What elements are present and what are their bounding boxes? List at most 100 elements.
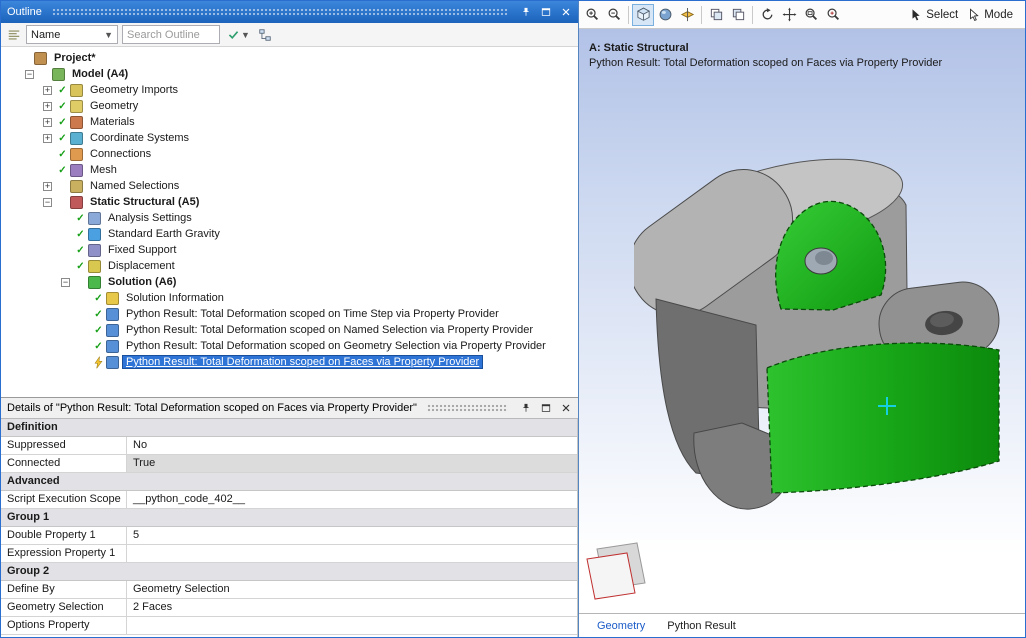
details-titlebar[interactable]: Details of "Python Result: Total Deforma… (1, 397, 578, 419)
expand-icon[interactable]: + (43, 86, 52, 95)
expand-icon[interactable]: + (43, 102, 52, 111)
chevron-down-icon: ▼ (241, 30, 250, 40)
solution-information-icon (106, 292, 119, 305)
tree-item[interactable]: ✓Standard Earth Gravity (1, 226, 578, 242)
outline-titlebar[interactable]: Outline (1, 1, 578, 23)
python-result-icon (106, 308, 119, 321)
tree-item-label: Solution Information (123, 292, 227, 304)
pin-icon[interactable] (518, 5, 534, 20)
details-row-label: Expression Property 1 (1, 545, 127, 563)
tree-item[interactable]: ✓Python Result: Total Deformation scoped… (1, 322, 578, 338)
ansys-mechanical-window: Outline Name ▼ (0, 0, 1026, 638)
tree-item[interactable]: ✓Analysis Settings (1, 210, 578, 226)
tree-item[interactable]: +Named Selections (1, 178, 578, 194)
rotate-icon[interactable] (756, 4, 778, 26)
expand-icon[interactable]: + (43, 134, 52, 143)
pan-icon[interactable] (778, 4, 800, 26)
section-plane-preview (583, 541, 653, 607)
tree-item-label: Python Result: Total Deformation scoped … (123, 340, 549, 352)
result-label: Python Result: Total Deformation scoped … (589, 56, 942, 71)
tree-item-label: Solution (A6) (105, 276, 179, 288)
search-input[interactable] (122, 25, 220, 44)
select-label[interactable]: Select (926, 9, 958, 21)
maximize-icon[interactable] (538, 401, 554, 416)
tree-item[interactable]: ✓Connections (1, 146, 578, 162)
image-capture-icon[interactable] (705, 4, 727, 26)
model-3d-geometry[interactable] (634, 149, 1024, 539)
collapse-icon[interactable]: − (61, 278, 70, 287)
titlebar-drag-handle[interactable] (52, 8, 508, 17)
tab-python-result[interactable]: Python Result (657, 618, 745, 634)
details-section-header: Advanced (1, 473, 577, 491)
details-row-value[interactable]: 2 Faces (127, 599, 577, 617)
tree-item[interactable]: Python Result: Total Deformation scoped … (1, 354, 578, 370)
details-row-label: Options Property (1, 617, 127, 635)
details-row-value: True (127, 455, 577, 473)
details-row-value[interactable] (127, 617, 577, 635)
check-icon: ✓ (56, 165, 69, 176)
expand-model-icon[interactable] (257, 26, 274, 43)
geometry-icon (70, 100, 83, 113)
tree-item[interactable]: ✓Python Result: Total Deformation scoped… (1, 338, 578, 354)
tree-item[interactable]: +✓Geometry Imports (1, 82, 578, 98)
tree-item[interactable]: ✓Python Result: Total Deformation scoped… (1, 306, 578, 322)
tree-item[interactable]: ✓Displacement (1, 258, 578, 274)
details-row-value[interactable]: Geometry Selection (127, 581, 577, 599)
tree-item[interactable]: ✓Solution Information (1, 290, 578, 306)
viewport-annotation: A: Static Structural Python Result: Tota… (589, 41, 942, 71)
collapse-icon[interactable]: − (43, 198, 52, 207)
section-plane-icon[interactable] (676, 4, 698, 26)
details-panel: Details of "Python Result: Total Deforma… (1, 397, 578, 637)
tree-item[interactable]: +✓Geometry (1, 98, 578, 114)
zoom-in-icon[interactable] (581, 4, 603, 26)
shaded-view-icon[interactable] (654, 4, 676, 26)
coordinate-systems-icon (70, 132, 83, 145)
close-icon[interactable] (558, 401, 574, 416)
tree-item[interactable]: ✓ Mesh (1, 162, 578, 178)
filter-list-icon[interactable] (5, 26, 22, 43)
tree-item-label: Fixed Support (105, 244, 179, 256)
name-filter-dropdown[interactable]: Name ▼ (26, 25, 118, 44)
details-row-value[interactable]: 5 (127, 527, 577, 545)
python-result-icon (106, 340, 119, 353)
details-row-label: Suppressed (1, 437, 127, 455)
check-icon: ✓ (56, 117, 69, 128)
details-row-label: Connected (1, 455, 127, 473)
check-filter-dropdown[interactable]: ▼ (224, 25, 253, 44)
tree-item[interactable]: − Solution (A6) (1, 274, 578, 290)
tree-item[interactable]: −Model (A4) (1, 66, 578, 82)
details-row-value[interactable] (127, 545, 577, 563)
tree-item[interactable]: +✓Materials (1, 114, 578, 130)
outline-panel: Outline Name ▼ (1, 1, 578, 397)
lightning-icon (92, 356, 105, 369)
graphics-viewport[interactable]: A: Static Structural Python Result: Tota… (579, 29, 1025, 613)
titlebar-drag-handle[interactable] (427, 404, 508, 413)
details-section-header: Definition (1, 419, 577, 437)
expand-icon[interactable]: + (43, 182, 52, 191)
image-capture-alt-icon[interactable] (727, 4, 749, 26)
close-icon[interactable] (558, 5, 574, 20)
tree-item[interactable]: +✓Coordinate Systems (1, 130, 578, 146)
pin-icon[interactable] (518, 401, 534, 416)
details-row-value[interactable]: __python_code_402__ (127, 491, 577, 509)
tree-item[interactable]: −Static Structural (A5) (1, 194, 578, 210)
tab-geometry[interactable]: Geometry (587, 618, 655, 634)
fixed-support-icon (88, 244, 101, 257)
mode-label[interactable]: Mode (984, 9, 1013, 21)
maximize-icon[interactable] (538, 5, 554, 20)
zoom-out-icon[interactable] (603, 4, 625, 26)
expand-icon[interactable]: + (43, 118, 52, 127)
tree-item[interactable]: ✓Fixed Support (1, 242, 578, 258)
collapse-icon[interactable]: − (25, 70, 34, 79)
static-structural-icon (70, 196, 83, 209)
zoom-box-icon[interactable] (800, 4, 822, 26)
tree-item-label: Mesh (87, 164, 120, 176)
check-icon: ✓ (56, 101, 69, 112)
tree-item-label: Python Result: Total Deformation scoped … (123, 308, 502, 320)
zoom-fit-icon[interactable] (822, 4, 844, 26)
details-row-value[interactable]: No (127, 437, 577, 455)
outline-panel-title: Outline (7, 6, 42, 18)
isometric-view-icon[interactable] (632, 4, 654, 26)
outline-tree: Project*−Model (A4)+✓Geometry Imports+✓G… (1, 47, 578, 397)
tree-item[interactable]: Project* (1, 50, 578, 66)
